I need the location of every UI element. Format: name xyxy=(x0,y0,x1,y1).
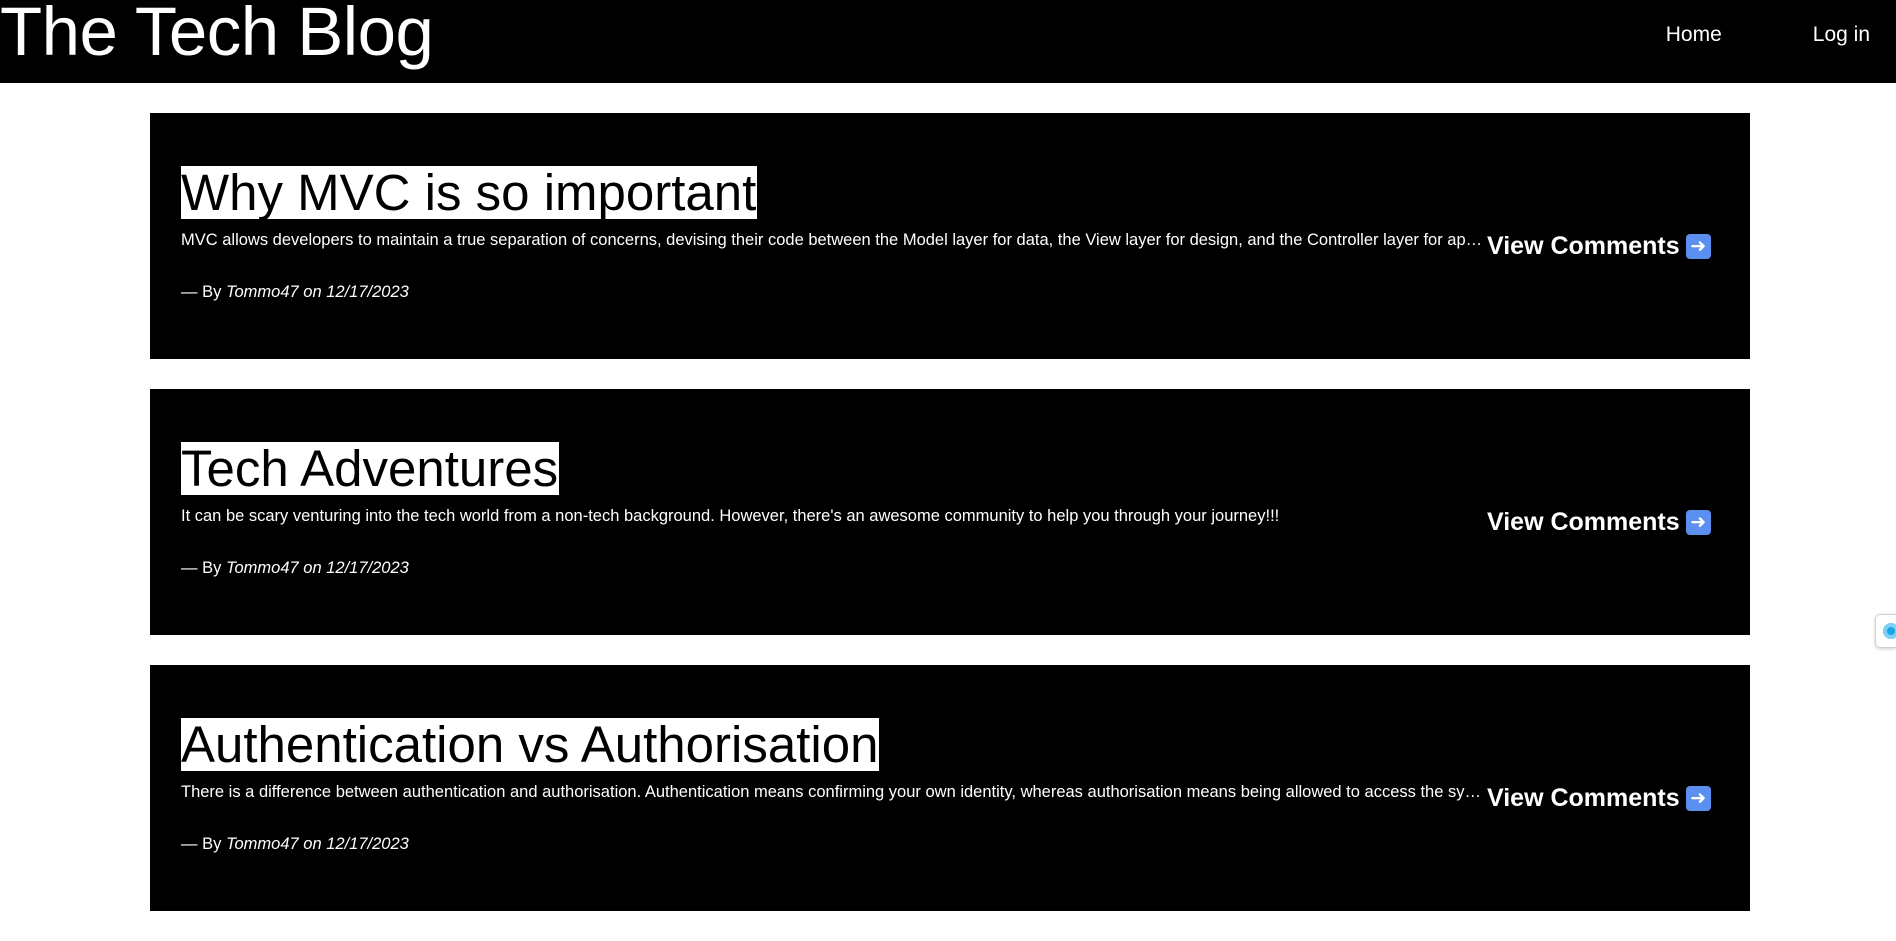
right-arrow-icon: ➜ xyxy=(1685,510,1711,535)
post-title[interactable]: Tech Adventures xyxy=(181,442,560,495)
view-comments-label: View Comments xyxy=(1487,232,1680,260)
post-on-word: on xyxy=(303,283,322,301)
site-title[interactable]: The Tech Blog xyxy=(0,0,434,72)
post-body: Tech Adventures It can be scary venturin… xyxy=(181,442,1605,579)
post-meta: — By Tommo47 on 12/17/2023 xyxy=(181,558,1605,579)
post-on-word: on xyxy=(303,835,322,853)
main-nav: Home Log in xyxy=(1666,0,1896,70)
post-author: Tommo47 xyxy=(225,835,299,853)
right-arrow-icon: ➜ xyxy=(1685,786,1711,811)
post-author: Tommo47 xyxy=(225,559,299,577)
nav-login-link[interactable]: Log in xyxy=(1813,23,1870,47)
view-comments-label: View Comments xyxy=(1487,508,1680,536)
post-excerpt: MVC allows developers to maintain a true… xyxy=(181,231,1487,249)
view-comments-button[interactable]: View Comments ➜ xyxy=(1487,784,1711,813)
post-date: 12/17/2023 xyxy=(326,283,409,301)
chat-widget-button[interactable] xyxy=(1875,614,1896,648)
right-arrow-icon: ➜ xyxy=(1685,234,1711,259)
post-excerpt: It can be scary venturing into the tech … xyxy=(181,507,1280,525)
post-on-word: on xyxy=(303,559,322,577)
post-body: Authentication vs Authorisation There is… xyxy=(181,718,1605,855)
post-meta: — By Tommo47 on 12/17/2023 xyxy=(181,282,1605,303)
post-date: 12/17/2023 xyxy=(326,559,409,577)
post-by-prefix: — By xyxy=(181,559,222,577)
post-card: Tech Adventures It can be scary venturin… xyxy=(150,389,1750,635)
post-card: Authentication vs Authorisation There is… xyxy=(150,665,1750,911)
view-comments-label: View Comments xyxy=(1487,784,1680,812)
site-header: The Tech Blog Home Log in xyxy=(0,0,1896,83)
nav-home-link[interactable]: Home xyxy=(1666,23,1722,47)
view-comments-button[interactable]: View Comments ➜ xyxy=(1487,508,1711,537)
post-by-prefix: — By xyxy=(181,283,222,301)
chat-widget-icon xyxy=(1883,623,1896,639)
post-date: 12/17/2023 xyxy=(326,835,409,853)
post-meta: — By Tommo47 on 12/17/2023 xyxy=(181,834,1605,855)
post-excerpt: There is a difference between authentica… xyxy=(181,783,1487,801)
post-body: Why MVC is so important MVC allows devel… xyxy=(181,166,1605,303)
post-title[interactable]: Why MVC is so important xyxy=(181,166,758,219)
view-comments-button[interactable]: View Comments ➜ xyxy=(1487,232,1711,261)
post-title[interactable]: Authentication vs Authorisation xyxy=(181,718,880,771)
post-card: Why MVC is so important MVC allows devel… xyxy=(150,113,1750,359)
post-by-prefix: — By xyxy=(181,835,222,853)
post-list: Why MVC is so important MVC allows devel… xyxy=(150,113,1750,941)
post-author: Tommo47 xyxy=(225,283,299,301)
